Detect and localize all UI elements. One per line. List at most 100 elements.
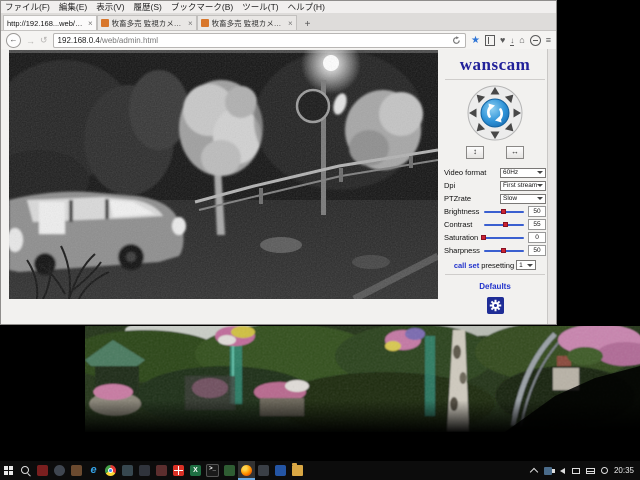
menu-history[interactable]: 履歴(S) <box>134 1 162 13</box>
gear-icon <box>489 299 502 312</box>
taskbar-app-maroon[interactable] <box>153 461 170 480</box>
taskbar-search-button[interactable] <box>17 461 34 480</box>
refresh-icon[interactable]: ↺ <box>40 35 48 46</box>
menu-bookmarks[interactable]: ブックマーク(B) <box>171 1 233 13</box>
brightness-value[interactable]: 50 <box>528 206 546 217</box>
video-format-select[interactable]: 60Hz <box>500 168 546 178</box>
chevron-down-icon <box>537 197 543 200</box>
saturation-label: Saturation <box>444 233 484 242</box>
taskbar-app-gray2[interactable] <box>255 461 272 480</box>
ptzrate-select[interactable]: Slow <box>500 194 546 204</box>
reload-icon[interactable] <box>452 36 461 45</box>
slider-thumb[interactable] <box>501 248 506 253</box>
garden-photo <box>85 326 640 432</box>
tab-close-icon[interactable]: × <box>88 19 93 28</box>
tab-title: http://192.168...web/admin.html <box>7 19 85 28</box>
saturation-value[interactable]: 0 <box>528 232 546 243</box>
ptzrate-label: PTZrate <box>444 194 500 203</box>
dpi-select[interactable]: First stream <box>500 181 546 191</box>
menu-help[interactable]: ヘルプ(H) <box>288 1 325 13</box>
chevron-down-icon <box>537 184 543 187</box>
menu-edit[interactable]: 編集(E) <box>59 1 87 13</box>
menu-file[interactable]: ファイル(F) <box>5 1 50 13</box>
slider-thumb[interactable] <box>501 209 506 214</box>
start-button[interactable] <box>0 461 17 480</box>
taskbar-command-prompt[interactable]: >_ <box>204 461 221 480</box>
new-tab-button[interactable]: + <box>301 19 315 30</box>
command-prompt-icon: >_ <box>206 464 219 477</box>
taskbar-chrome[interactable] <box>102 461 119 480</box>
contrast-slider[interactable] <box>484 221 524 228</box>
sharpness-slider[interactable] <box>484 247 524 254</box>
taskbar-excel[interactable]: X <box>187 461 204 480</box>
camera-control-panel: wanscam <box>441 49 549 324</box>
taskbar-file-explorer[interactable] <box>289 461 306 480</box>
set-preset-link[interactable]: set <box>468 261 479 270</box>
app-icon <box>258 465 269 476</box>
taskbar-app-blue[interactable] <box>272 461 289 480</box>
menu-icon[interactable]: ≡ <box>546 36 551 45</box>
slider-thumb[interactable] <box>503 222 508 227</box>
call-preset-link[interactable]: call <box>454 261 467 270</box>
tab-favicon <box>201 19 209 27</box>
display-icon[interactable] <box>572 467 581 475</box>
horizontal-patrol-button[interactable]: ↔ <box>506 146 524 159</box>
volume-icon[interactable] <box>558 467 567 475</box>
home-icon[interactable]: ⌂ <box>519 36 524 45</box>
taskbar-app-red-grid[interactable] <box>170 461 187 480</box>
taskbar-app-slate[interactable] <box>119 461 136 480</box>
contrast-label: Contrast <box>444 220 484 229</box>
taskbar-app-green[interactable] <box>221 461 238 480</box>
app-icon <box>37 465 48 476</box>
tab-close-icon[interactable]: × <box>188 19 193 28</box>
back-icon[interactable]: ← <box>6 33 21 48</box>
folder-icon <box>292 465 303 476</box>
tab-camera-2[interactable]: 牧畜多売 監視カメラ H... × <box>97 15 197 30</box>
ptz-control-pad[interactable] <box>466 84 524 142</box>
settings-gear-button[interactable] <box>487 297 504 314</box>
tab-close-icon[interactable]: × <box>288 19 293 28</box>
browser-window: ファイル(F) 編集(E) 表示(V) 履歴(S) ブックマーク(B) ツール(… <box>0 0 557 325</box>
defaults-link[interactable]: Defaults <box>479 282 511 291</box>
page-content: wanscam <box>1 49 556 324</box>
forget-icon[interactable] <box>530 35 541 46</box>
tab-admin[interactable]: http://192.168...web/admin.html × <box>3 15 97 30</box>
menu-view[interactable]: 表示(V) <box>96 1 124 13</box>
forward-icon[interactable]: → <box>26 36 35 46</box>
night-camera-image <box>9 50 438 299</box>
preset-select[interactable]: 1 <box>516 260 536 270</box>
taskbar-app-gray[interactable] <box>51 461 68 480</box>
tab-favicon <box>101 19 109 27</box>
preset-value: 1 <box>519 262 527 269</box>
taskbar-app-dark[interactable] <box>136 461 153 480</box>
keyboard-icon[interactable] <box>586 467 595 475</box>
taskbar-app-brown[interactable] <box>68 461 85 480</box>
tab-camera-3[interactable]: 牧畜多売 監視カメラ H... × <box>197 15 297 30</box>
saturation-slider[interactable] <box>484 234 524 241</box>
taskbar-internet-explorer[interactable]: e <box>85 461 102 480</box>
vertical-patrol-button[interactable]: ↕ <box>466 146 484 159</box>
video-format-row: Video format 60Hz <box>444 167 546 178</box>
camera-video-feed <box>9 50 438 299</box>
menu-tools[interactable]: ツール(T) <box>242 1 278 13</box>
contrast-value[interactable]: 55 <box>528 219 546 230</box>
downloads-icon[interactable]: ↓ <box>510 37 514 45</box>
taskbar-clock[interactable]: 20:35 <box>614 466 634 475</box>
sharpness-value[interactable]: 50 <box>528 245 546 256</box>
url-bar[interactable]: 192.168.0.4 /web/admin.html <box>53 33 466 48</box>
taskbar-firefox-active[interactable] <box>238 461 255 480</box>
app-icon <box>122 465 133 476</box>
slider-thumb[interactable] <box>481 235 486 240</box>
brightness-slider[interactable] <box>484 208 524 215</box>
pocket-icon[interactable]: ♥ <box>500 36 505 45</box>
chevron-up-icon[interactable] <box>530 467 539 475</box>
status-icon[interactable] <box>600 467 609 475</box>
contrast-row: Contrast 55 <box>444 219 546 230</box>
menu-bar: ファイル(F) 編集(E) 表示(V) 履歴(S) ブックマーク(B) ツール(… <box>1 1 556 13</box>
bookmark-star-icon[interactable]: ★ <box>471 35 480 46</box>
tab-title: 牧畜多売 監視カメラ H... <box>212 18 285 29</box>
bookmarks-sidebar-icon[interactable] <box>485 35 495 46</box>
divider <box>445 79 545 80</box>
scrollbar[interactable] <box>547 49 556 324</box>
taskbar-app-red[interactable] <box>34 461 51 480</box>
